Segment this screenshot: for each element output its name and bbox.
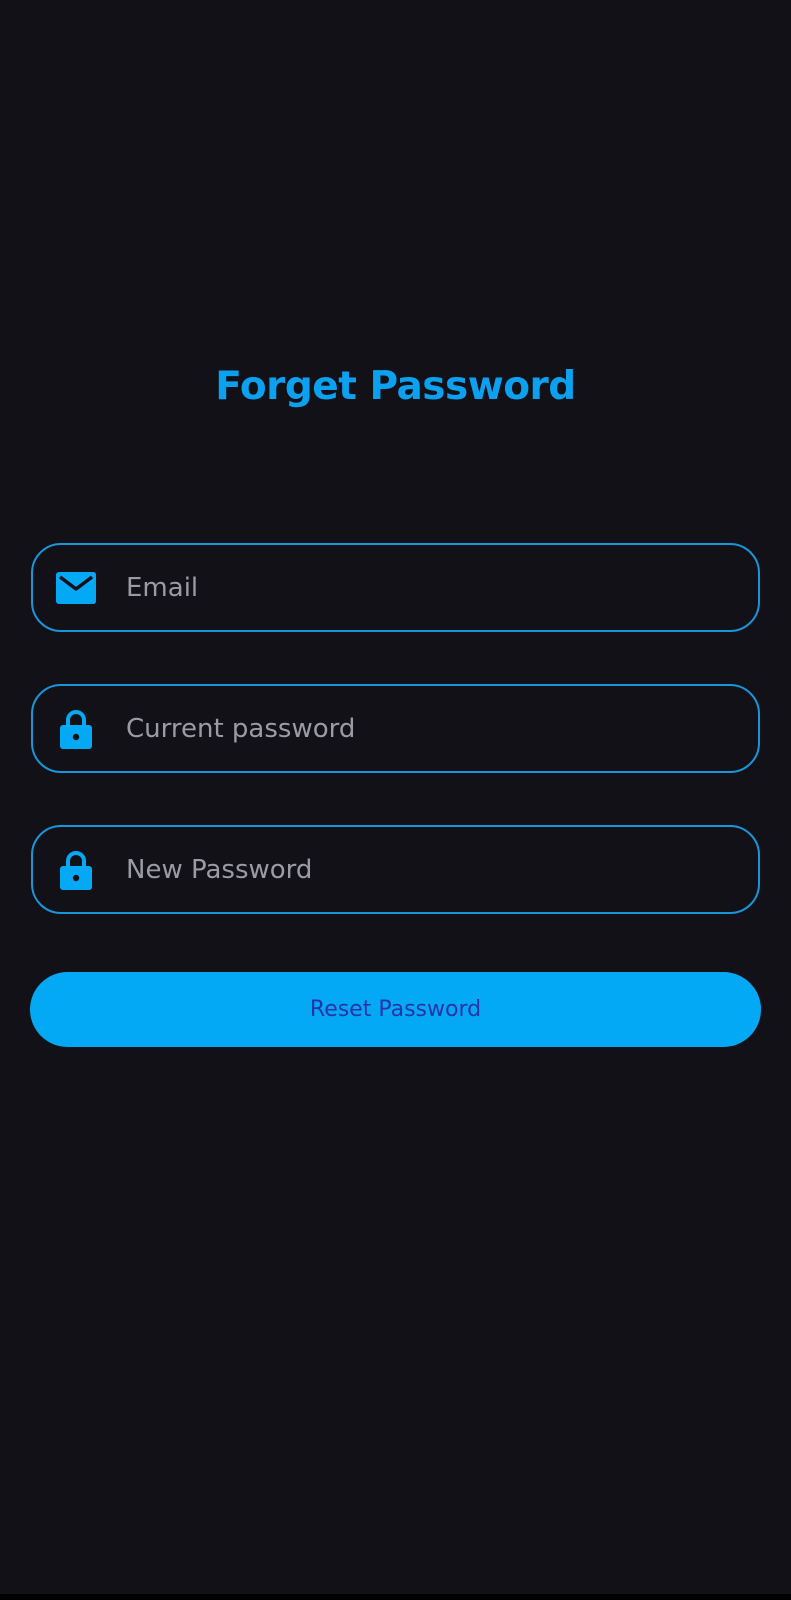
email-field[interactable]: Email: [31, 543, 760, 632]
reset-password-button[interactable]: Reset Password: [30, 972, 761, 1047]
current-password-placeholder: Current password: [126, 713, 356, 744]
reset-password-label: Reset Password: [309, 997, 482, 1022]
lock-icon: [56, 709, 96, 749]
email-placeholder: Email: [126, 572, 199, 603]
lock-icon: [56, 850, 96, 890]
mail-icon: [56, 568, 96, 608]
forget-password-screen: Forget Password Email Current password N…: [0, 0, 791, 1600]
page-title: Forget Password: [215, 364, 576, 409]
bottom-system-bar: [0, 1594, 791, 1600]
new-password-field[interactable]: New Password: [31, 825, 760, 914]
new-password-placeholder: New Password: [126, 854, 313, 885]
current-password-field[interactable]: Current password: [31, 684, 760, 773]
